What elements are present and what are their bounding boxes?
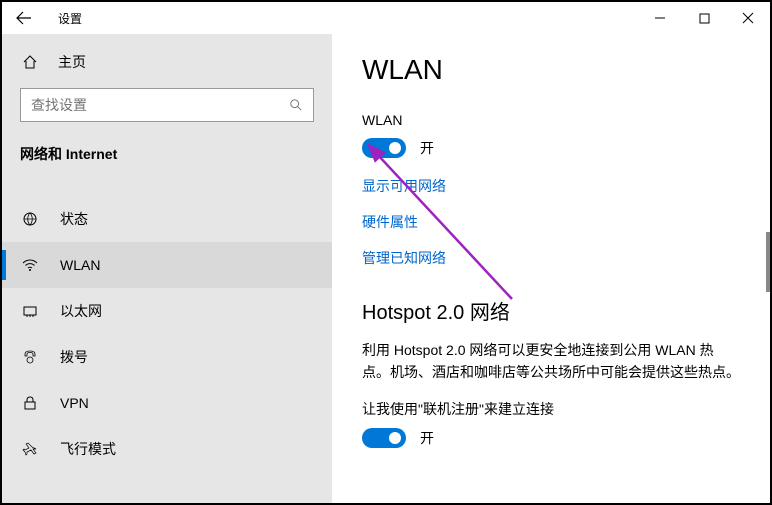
sidebar-item-airplane[interactable]: 飞行模式: [2, 426, 332, 472]
sidebar-item-label: 飞行模式: [60, 439, 116, 459]
wlan-links: 显示可用网络 硬件属性 管理已知网络: [362, 176, 740, 268]
dialup-icon: [20, 349, 40, 365]
sidebar-item-label: WLAN: [60, 257, 100, 273]
wlan-toggle-state: 开: [420, 138, 434, 158]
close-icon: [742, 12, 754, 24]
content-pane: WLAN WLAN 开 显示可用网络 硬件属性 管理已知网络 Hotspot 2…: [332, 34, 770, 503]
wifi-icon: [20, 257, 40, 273]
settings-window: 设置 主页: [0, 0, 772, 505]
scrollbar[interactable]: [766, 232, 770, 292]
sidebar-item-ethernet[interactable]: 以太网: [2, 288, 332, 334]
hotspot-toggle-state: 开: [420, 428, 434, 448]
hotspot-description: 利用 Hotspot 2.0 网络可以更安全地连接到公用 WLAN 热点。机场、…: [362, 339, 740, 384]
sidebar-item-label: 以太网: [60, 301, 102, 321]
globe-icon: [20, 211, 40, 227]
airplane-icon: [20, 441, 40, 457]
nav-home-label: 主页: [58, 52, 86, 72]
page-heading: WLAN: [362, 54, 740, 86]
minimize-icon: [654, 12, 666, 24]
nav-home[interactable]: 主页: [2, 40, 332, 84]
sidebar-item-status[interactable]: 状态: [2, 196, 332, 242]
close-button[interactable]: [726, 2, 770, 34]
search-icon: [289, 98, 303, 112]
toggle-knob: [389, 142, 401, 154]
wlan-toggle-row: 开: [362, 138, 740, 158]
sidebar-item-dialup[interactable]: 拨号: [2, 334, 332, 380]
link-hardware-properties[interactable]: 硬件属性: [362, 212, 740, 232]
sidebar-item-label: 状态: [60, 209, 88, 229]
sidebar-item-vpn[interactable]: VPN: [2, 380, 332, 426]
sidebar-item-label: VPN: [60, 395, 89, 411]
window-title: 设置: [46, 10, 638, 27]
maximize-icon: [699, 13, 710, 24]
sidebar-item-wlan[interactable]: WLAN: [2, 242, 332, 288]
sidebar-section-heading: 网络和 Internet: [2, 132, 332, 172]
titlebar: 设置: [2, 2, 770, 34]
minimize-button[interactable]: [638, 2, 682, 34]
window-controls: [638, 2, 770, 34]
link-show-networks[interactable]: 显示可用网络: [362, 176, 740, 196]
hotspot-toggle-label: 让我使用"联机注册"来建立连接: [362, 398, 740, 420]
wlan-toggle[interactable]: [362, 138, 406, 158]
hotspot-heading: Hotspot 2.0 网络: [362, 296, 740, 325]
hotspot-toggle[interactable]: [362, 428, 406, 448]
link-manage-known-networks[interactable]: 管理已知网络: [362, 248, 740, 268]
search-input[interactable]: [31, 97, 281, 113]
maximize-button[interactable]: [682, 2, 726, 34]
search-box[interactable]: [20, 88, 314, 122]
toggle-knob: [389, 432, 401, 444]
home-icon: [20, 54, 40, 70]
ethernet-icon: [20, 303, 40, 319]
hotspot-toggle-row: 开: [362, 428, 740, 448]
vpn-icon: [20, 395, 40, 411]
sidebar: 主页 网络和 Internet 状态 WLAN: [2, 34, 332, 503]
back-arrow-icon: [16, 10, 32, 26]
back-button[interactable]: [2, 2, 46, 34]
window-body: 主页 网络和 Internet 状态 WLAN: [2, 34, 770, 503]
sidebar-item-label: 拨号: [60, 347, 88, 367]
wlan-subheading: WLAN: [362, 112, 740, 128]
